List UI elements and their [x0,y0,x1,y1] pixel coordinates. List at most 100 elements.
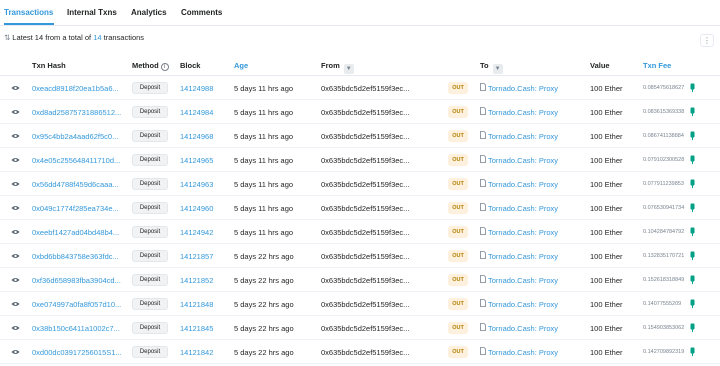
filter-icon[interactable]: ▼ [343,64,354,74]
txn-hash-link[interactable]: 0xbd6bb843758e363fdc... [32,252,119,261]
txn-hash-link[interactable]: 0x56dd4788f459d6caaa... [32,180,119,189]
block-link[interactable]: 14121842 [180,348,213,357]
tab-transactions[interactable]: Transactions [4,8,53,17]
block-link[interactable]: 14124988 [180,84,213,93]
column-txn-hash: Txn Hash [32,61,66,70]
tab-comments[interactable]: Comments [181,8,222,17]
from-address: 0x635bdc5d2ef5159f3ec... [321,252,410,261]
info-icon[interactable]: i [160,63,169,71]
column-method-label: Method [132,61,159,70]
txn-hash-link[interactable]: 0xf36d658983fba3904cd... [32,276,121,285]
to-address-link[interactable]: Tornado.Cash: Proxy [488,324,558,333]
eye-icon[interactable] [11,133,20,139]
gas-icon [690,83,695,92]
age-text: 5 days 22 hrs ago [234,300,294,309]
eye-icon[interactable] [11,301,20,307]
to-address-link[interactable]: Tornado.Cash: Proxy [488,156,558,165]
direction-badge: OUT [448,346,468,358]
txn-hash-link[interactable]: 0x4e05c255648411710d... [32,156,120,165]
block-link[interactable]: 14124968 [180,132,213,141]
block-link[interactable]: 14121857 [180,252,213,261]
txn-fee-text: 0.085475618627 [643,85,685,91]
to-address-link[interactable]: Tornado.Cash: Proxy [488,180,558,189]
value-text: 100 Ether [590,252,623,261]
txn-fee-text: 0.142709892319 [643,349,685,355]
txn-fee-text: 0.132835170721 [643,253,685,259]
age-text: 5 days 11 hrs ago [234,108,294,117]
from-address: 0x635bdc5d2ef5159f3ec... [321,300,410,309]
eye-icon[interactable] [11,181,20,187]
to-address-link[interactable]: Tornado.Cash: Proxy [488,228,558,237]
method-badge: Deposit [132,130,168,142]
to-address-link[interactable]: Tornado.Cash: Proxy [488,108,558,117]
direction-badge: OUT [448,202,468,214]
tab-bar: Transactions Internal Txns Analytics Com… [0,0,720,26]
eye-icon[interactable] [11,205,20,211]
transactions-summary: ⇅ Latest 14 from a total of 14 transactio… [4,33,144,42]
contract-icon [480,347,486,355]
method-badge: Deposit [132,82,168,94]
to-address-link[interactable]: Tornado.Cash: Proxy [488,132,558,141]
block-link[interactable]: 14124965 [180,156,213,165]
summary-total-link[interactable]: 14 [93,33,101,42]
txn-hash-link[interactable]: 0x95c4bb2a4aad62f5c0... [32,132,118,141]
contract-icon [480,83,486,91]
block-link[interactable]: 14124942 [180,228,213,237]
eye-icon[interactable] [11,229,20,235]
txn-hash-link[interactable]: 0x049c1774f285ea734e... [32,204,119,213]
age-text: 5 days 11 hrs ago [234,204,294,213]
column-age[interactable]: Age [234,61,248,70]
tab-internal-txns[interactable]: Internal Txns [67,8,117,17]
value-text: 100 Ether [590,84,623,93]
more-options-button[interactable]: ⋮ [700,34,714,47]
contract-icon [480,179,486,187]
eye-icon[interactable] [11,325,20,331]
method-badge: Deposit [132,178,168,190]
contract-icon [480,299,486,307]
txn-hash-link[interactable]: 0xd00dc03917256015S1... [32,348,122,357]
filter-icon[interactable]: ▼ [492,64,503,74]
from-address: 0x635bdc5d2ef5159f3ec... [321,180,410,189]
txn-hash-link[interactable]: 0xe074997a0fa8f057d10... [32,300,121,309]
txn-hash-link[interactable]: 0x38b150c6411a1002c7... [32,324,120,333]
txn-hash-link[interactable]: 0xeacd8918f20ea1b5a6... [32,84,119,93]
to-address-link[interactable]: Tornado.Cash: Proxy [488,84,558,93]
block-link[interactable]: 14121852 [180,276,213,285]
column-to-label: To [480,61,489,70]
contract-icon [480,131,486,139]
eye-icon[interactable] [11,109,20,115]
to-address-link[interactable]: Tornado.Cash: Proxy [488,348,558,357]
txn-fee-text: 0.086741138884 [643,133,684,139]
contract-icon [480,155,486,163]
column-method: Method i [132,61,169,71]
eye-icon[interactable] [11,277,20,283]
to-address-link[interactable]: Tornado.Cash: Proxy [488,276,558,285]
block-link[interactable]: 14124960 [180,204,213,213]
block-link[interactable]: 14124963 [180,180,213,189]
value-text: 100 Ether [590,324,623,333]
eye-icon[interactable] [11,349,20,355]
block-link[interactable]: 14121845 [180,324,213,333]
eye-icon[interactable] [11,157,20,163]
txn-hash-link[interactable]: 0xeebf1427ad04bd48b4... [32,228,119,237]
eye-icon[interactable] [11,85,20,91]
method-badge: Deposit [132,298,168,310]
column-txn-fee[interactable]: Txn Fee [643,61,671,70]
to-address-link[interactable]: Tornado.Cash: Proxy [488,204,558,213]
tab-analytics[interactable]: Analytics [131,8,167,17]
value-text: 100 Ether [590,204,623,213]
column-from: From ▼ [321,61,354,74]
from-address: 0x635bdc5d2ef5159f3ec... [321,156,410,165]
to-address-link[interactable]: Tornado.Cash: Proxy [488,300,558,309]
block-link[interactable]: 14121848 [180,300,213,309]
txn-hash-link[interactable]: 0xd8ad25875731886512... [32,108,121,117]
block-link[interactable]: 14124984 [180,108,213,117]
contract-icon [480,107,486,115]
to-address-link[interactable]: Tornado.Cash: Proxy [488,252,558,261]
summary-prefix: Latest 14 from a total of [12,33,94,42]
from-address: 0x635bdc5d2ef5159f3ec... [321,276,410,285]
age-text: 5 days 11 hrs ago [234,132,294,141]
gas-icon [690,155,695,164]
eye-icon[interactable] [11,253,20,259]
direction-badge: OUT [448,154,468,166]
